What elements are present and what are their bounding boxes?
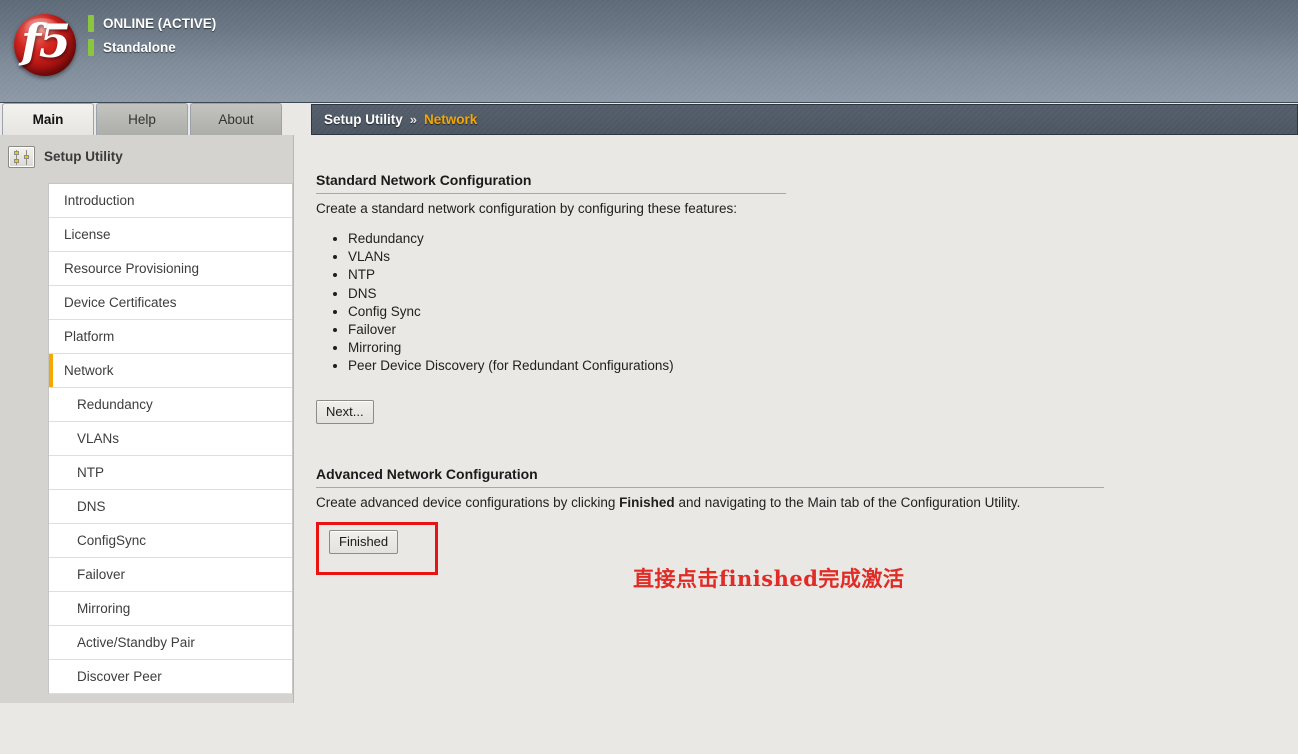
tab-main[interactable]: Main <box>2 103 94 135</box>
sidebar-title: Setup Utility <box>44 149 123 164</box>
sidebar-item-marker <box>49 456 53 489</box>
primary-tab-bar: Main Help About <box>0 103 294 135</box>
sidebar-item-introduction[interactable]: Introduction <box>49 184 292 218</box>
tab-about[interactable]: About <box>190 103 282 135</box>
sidebar-item-marker <box>49 286 53 319</box>
sidebar-item-active-standby-pair[interactable]: Active/Standby Pair <box>49 626 292 660</box>
sidebar-item-marker <box>49 320 53 353</box>
feature-list-item: VLANs <box>348 248 1298 266</box>
sidebar-item-redundancy[interactable]: Redundancy <box>49 388 292 422</box>
standard-section-description: Create a standard network configuration … <box>316 201 737 216</box>
advanced-desc-bold: Finished <box>619 494 675 510</box>
sidebar: Setup Utility Introduction License Resourc… <box>0 135 294 703</box>
sidebar-item-resource-provisioning[interactable]: Resource Provisioning <box>49 252 292 286</box>
sidebar-item-network[interactable]: Network <box>49 354 292 388</box>
sidebar-item-label: Device Certificates <box>64 295 177 310</box>
sidebar-item-marker <box>49 354 53 387</box>
sidebar-item-label: Introduction <box>64 193 135 208</box>
sidebar-item-label: ConfigSync <box>77 533 147 548</box>
sidebar-item-marker <box>49 218 53 251</box>
next-button-wrap: Next... <box>316 399 1298 424</box>
sidebar-item-label: Redundancy <box>77 397 153 412</box>
sidebar-item-label: License <box>64 227 111 242</box>
status-row-online: ONLINE (ACTIVE) <box>88 13 216 34</box>
sidebar-item-marker <box>49 490 53 523</box>
sidebar-item-marker <box>49 252 53 285</box>
main-content: Standard Network Configuration Create a … <box>294 135 1298 754</box>
f5-logo-text: f5 <box>21 14 71 68</box>
sidebar-item-label: Network <box>64 363 114 378</box>
feature-list-item: NTP <box>348 266 1298 284</box>
sidebar-item-failover[interactable]: Failover <box>49 558 292 592</box>
feature-list-item: Config Sync <box>348 303 1298 321</box>
sidebar-item-mirroring[interactable]: Mirroring <box>49 592 292 626</box>
sidebar-item-label: NTP <box>77 465 104 480</box>
finished-button[interactable]: Finished <box>329 529 399 554</box>
sidebar-header: Setup Utility <box>0 135 294 178</box>
tab-help[interactable]: Help <box>96 103 188 135</box>
sidebar-item-ntp[interactable]: NTP <box>49 456 292 490</box>
status-label-online: ONLINE (ACTIVE) <box>103 16 217 31</box>
advanced-section-description: Create advanced device configurations by… <box>316 495 1298 510</box>
sidebar-item-label: DNS <box>77 499 106 514</box>
sidebar-item-marker <box>49 592 53 625</box>
status-indicator-icon <box>88 39 94 56</box>
sidebar-item-label: Discover Peer <box>77 669 162 684</box>
settings-panel-icon <box>8 145 35 168</box>
sidebar-item-device-certificates[interactable]: Device Certificates <box>49 286 292 320</box>
sidebar-item-marker <box>49 626 53 659</box>
feature-list-item: Failover <box>348 321 1298 339</box>
status-indicator-icon <box>88 15 94 32</box>
device-status-block: ONLINE (ACTIVE) Standalone <box>88 13 216 61</box>
sidebar-item-marker <box>49 422 53 455</box>
standard-feature-list: RedundancyVLANsNTPDNSConfig SyncFailover… <box>316 230 1298 376</box>
sidebar-item-label: Resource Provisioning <box>64 261 200 276</box>
breadcrumb-separator-icon: » <box>409 112 417 127</box>
breadcrumb-root[interactable]: Setup Utility <box>324 112 403 127</box>
breadcrumb: Setup Utility » Network <box>311 104 1298 135</box>
sidebar-item-label: VLANs <box>77 431 120 446</box>
advanced-section-rule <box>316 486 1104 488</box>
sidebar-item-marker <box>49 660 53 693</box>
breadcrumb-current: Network <box>424 112 478 127</box>
status-label-standalone: Standalone <box>103 40 176 55</box>
annotation-text: 直接点击finished完成激活 <box>633 566 905 591</box>
finished-highlight-box: Finished <box>316 521 438 575</box>
sidebar-item-license[interactable]: License <box>49 218 292 252</box>
advanced-desc-part2: and navigating to the Main tab of the Co… <box>674 494 1021 510</box>
status-row-standalone: Standalone <box>88 37 216 58</box>
sidebar-menu: Introduction License Resource Provisioning… <box>48 183 293 694</box>
standard-section-title: Standard Network Configuration <box>316 172 532 188</box>
sidebar-item-marker <box>49 558 53 591</box>
sidebar-item-label: Failover <box>77 567 126 582</box>
sidebar-item-dns[interactable]: DNS <box>49 490 292 524</box>
feature-list-item: Mirroring <box>348 339 1298 357</box>
sidebar-item-label: Mirroring <box>77 601 131 616</box>
f5-setup-utility-page: f5 ONLINE (ACTIVE) Standalone Main Help … <box>0 0 1298 754</box>
sidebar-item-platform[interactable]: Platform <box>49 320 292 354</box>
standard-section-rule <box>316 193 786 194</box>
sidebar-item-marker <box>49 184 53 217</box>
sidebar-item-vlans[interactable]: VLANs <box>49 422 292 456</box>
app-header: f5 ONLINE (ACTIVE) Standalone <box>0 0 1298 103</box>
advanced-section-title: Advanced Network Configuration <box>316 465 538 482</box>
sidebar-item-label: Platform <box>64 329 115 344</box>
sidebar-item-configsync[interactable]: ConfigSync <box>49 524 292 558</box>
f5-logo: f5 <box>10 6 80 88</box>
feature-list-item: Redundancy <box>348 230 1298 248</box>
feature-list-item: Peer Device Discovery (for Redundant Con… <box>348 357 1298 375</box>
advanced-section: Advanced Network Configuration Create ad… <box>316 466 1298 575</box>
sidebar-item-label: Active/Standby Pair <box>77 635 195 650</box>
sidebar-item-marker <box>49 524 53 557</box>
sidebar-item-marker <box>49 388 53 421</box>
advanced-desc-part1: Create advanced device configurations by… <box>316 494 620 510</box>
next-button[interactable]: Next... <box>316 399 374 424</box>
sidebar-item-discover-peer[interactable]: Discover Peer <box>49 660 292 694</box>
feature-list-item: DNS <box>348 285 1298 303</box>
